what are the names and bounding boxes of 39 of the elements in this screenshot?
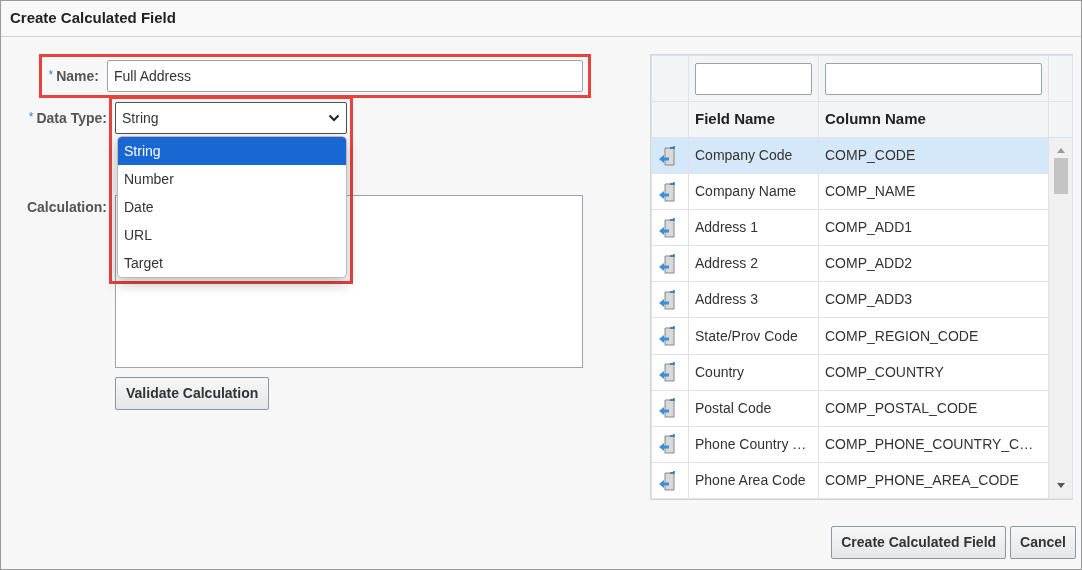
table-cell: Phone Area Code bbox=[695, 471, 806, 488]
table-cell: Address 1 bbox=[695, 219, 759, 236]
table-cell: COMP_REGION_CODE bbox=[825, 327, 979, 344]
table-cell: Company Name bbox=[695, 183, 797, 200]
name-input[interactable]: Full Address bbox=[107, 60, 583, 92]
table-cell: COMP_PHONE_AREA_CODE bbox=[825, 471, 1019, 488]
filter-field[interactable] bbox=[825, 62, 1042, 95]
table-cell: Phone Country … bbox=[695, 435, 807, 452]
table-cell: State/Prov Code bbox=[695, 327, 798, 344]
table-cell: Country bbox=[695, 363, 745, 380]
dropdown-option[interactable]: URL bbox=[118, 221, 346, 249]
table-cell: Company Code bbox=[695, 147, 793, 164]
window-title: Create Calculated Field bbox=[10, 8, 176, 29]
chevron-icon bbox=[328, 114, 340, 122]
table-cell: Postal Code bbox=[695, 399, 772, 416]
data-type-select[interactable]: String bbox=[115, 102, 347, 134]
table-cell: COMP_CODE bbox=[825, 147, 916, 164]
table-cell: Address 3 bbox=[695, 291, 759, 308]
dropdown-option[interactable]: Number bbox=[118, 165, 346, 193]
table-cell: COMP_COUNTRY bbox=[825, 363, 944, 380]
create-button[interactable]: Create Calculated Field bbox=[831, 526, 1007, 559]
field-label: * Data Type: bbox=[28, 110, 107, 126]
table-cell: COMP_ADD2 bbox=[825, 255, 913, 272]
dropdown-option[interactable]: String bbox=[118, 137, 346, 165]
cancel-button[interactable]: Cancel bbox=[1010, 526, 1076, 559]
filter-field[interactable] bbox=[695, 62, 812, 95]
table-cell: COMP_ADD1 bbox=[825, 219, 913, 236]
table-cell: Address 2 bbox=[695, 255, 759, 272]
table-cell: COMP_POSTAL_CODE bbox=[825, 399, 978, 416]
field-label: * Name: bbox=[48, 67, 99, 84]
table-cell: COMP_PHONE_COUNTRY_C… bbox=[825, 435, 1034, 452]
dropdown-option[interactable]: Target bbox=[118, 249, 346, 277]
field-label: Calculation: bbox=[26, 199, 107, 215]
table-cell: COMP_ADD3 bbox=[825, 291, 913, 308]
table-cell: COMP_NAME bbox=[825, 183, 916, 200]
column-header: Field Name bbox=[695, 110, 776, 128]
validate-button[interactable]: Validate Calculation bbox=[115, 377, 270, 410]
dropdown-option[interactable]: Date bbox=[118, 193, 346, 221]
column-header: Column Name bbox=[825, 110, 926, 128]
